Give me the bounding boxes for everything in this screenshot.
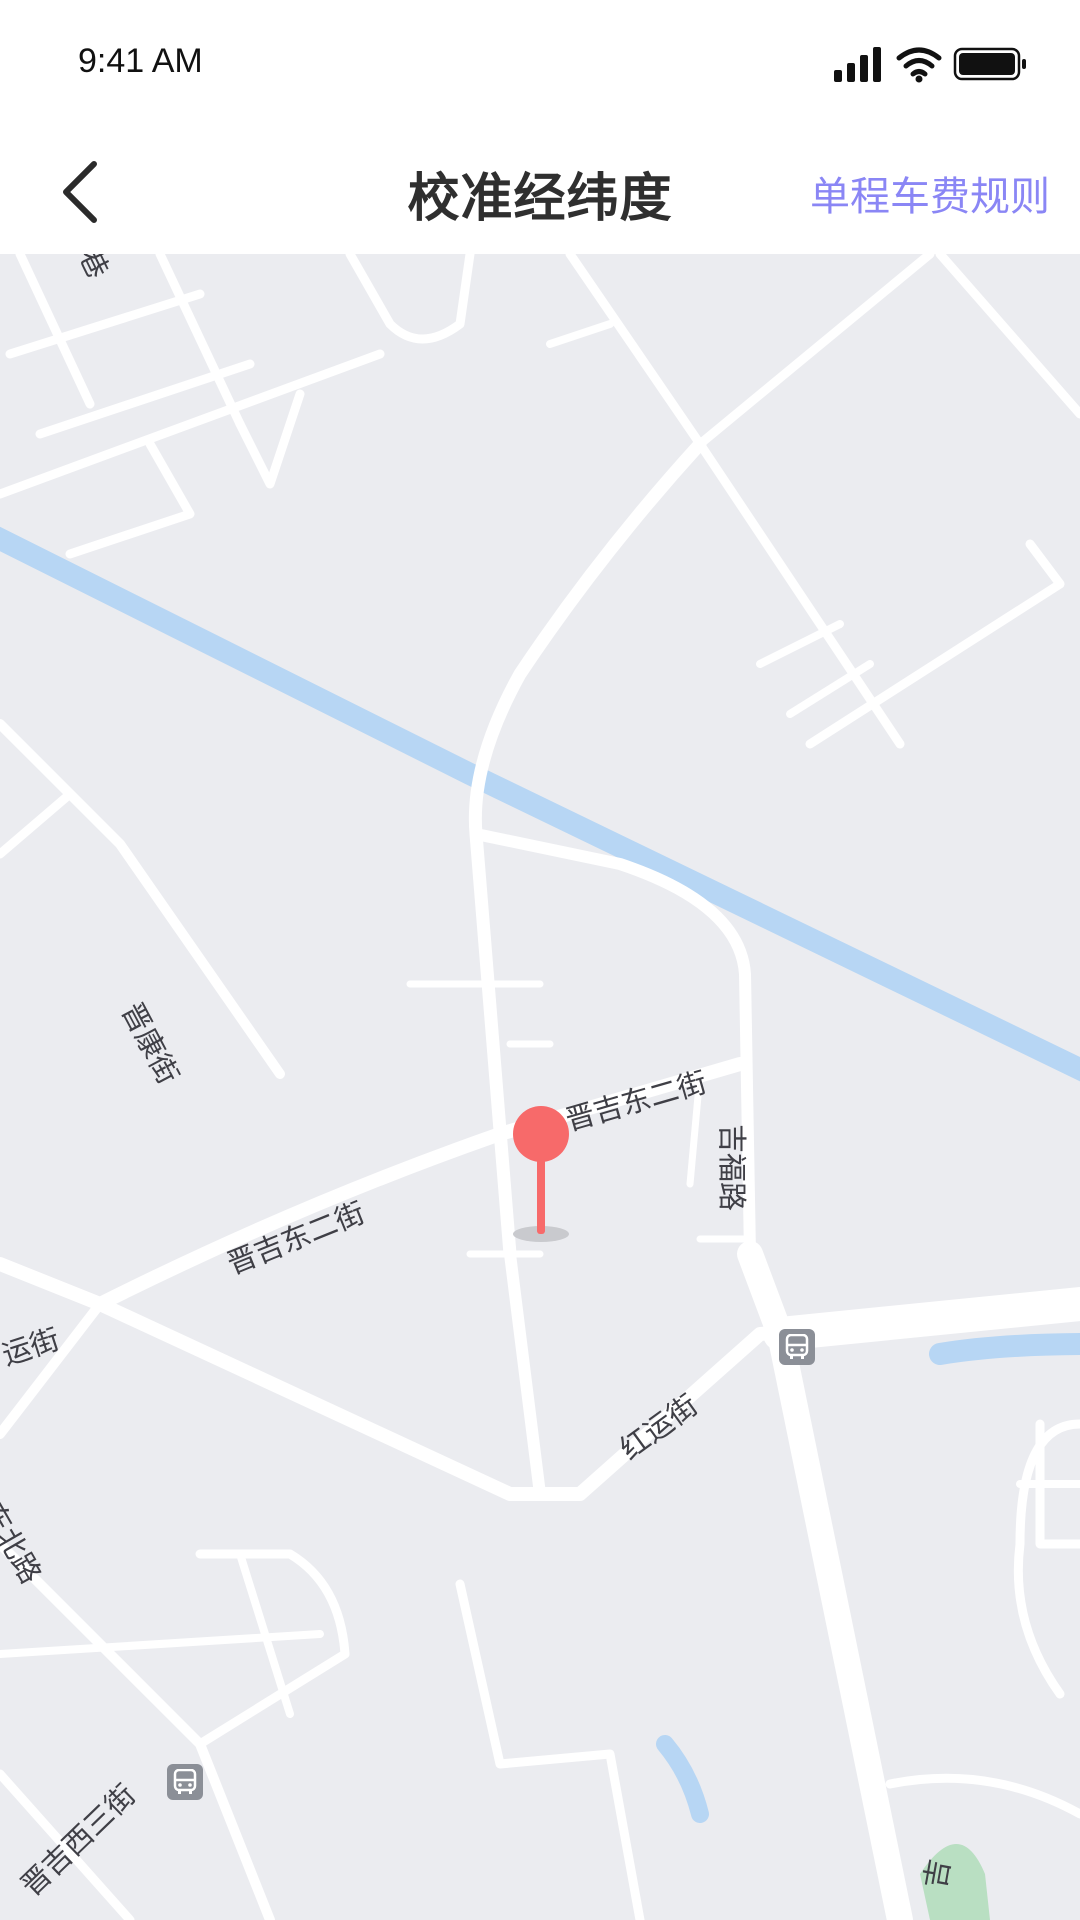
signal-icon	[834, 47, 881, 82]
river-branch	[929, 1333, 1080, 1365]
road-label: 吉福路	[715, 1124, 749, 1212]
nav-bar: 校准经纬度 单程车费规则	[0, 130, 1080, 254]
location-pin-icon[interactable]	[511, 1104, 571, 1244]
bus-icon	[173, 1769, 197, 1794]
bus-icon	[785, 1334, 809, 1359]
fare-rules-link[interactable]: 单程车费规则	[810, 164, 1050, 222]
bus-stop-marker[interactable]	[167, 1764, 203, 1800]
status-bar: 9:41 AM	[0, 0, 1080, 130]
pond	[656, 1735, 709, 1823]
river	[0, 526, 1080, 1082]
battery-icon	[953, 47, 1026, 81]
map-view[interactable]: 晋康街 晋吉东二街 晋吉东二街 吉福路 红运街 运街 东北路 晋吉西三街 吉 巷	[0, 254, 1080, 1920]
map-roads	[0, 254, 1080, 1920]
wifi-icon	[896, 47, 942, 83]
status-icons	[834, 47, 1026, 83]
status-time: 9:41 AM	[78, 42, 203, 80]
bus-stop-marker[interactable]	[779, 1329, 815, 1365]
